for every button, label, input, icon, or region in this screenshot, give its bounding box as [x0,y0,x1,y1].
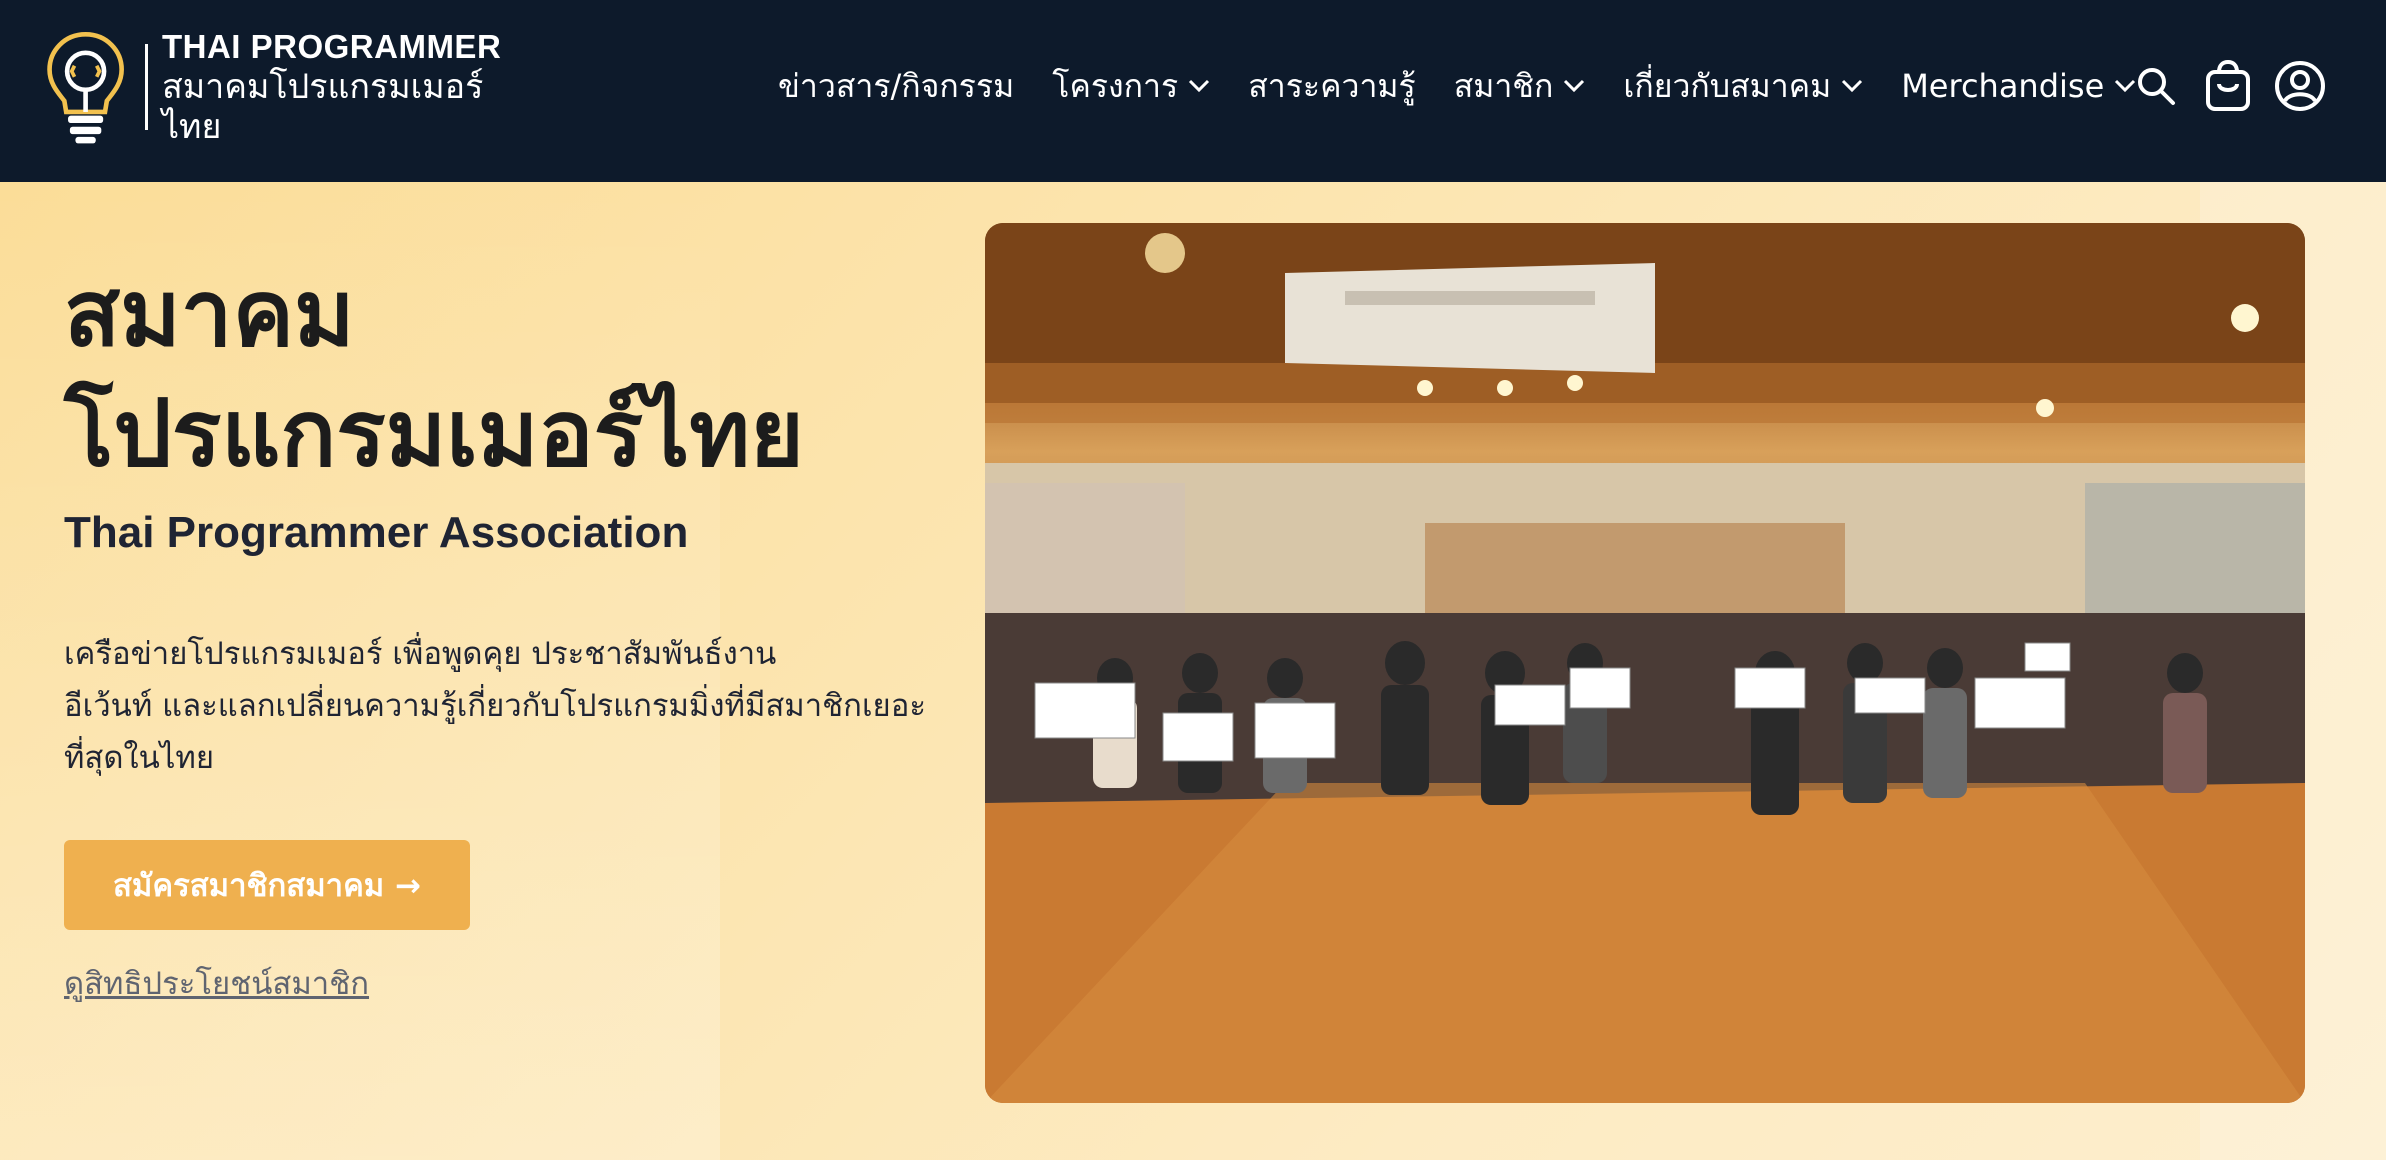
nav-item-news[interactable]: ข่าวสาร/กิจกรรม [778,61,1014,112]
site-header: THAI PROGRAMMER สมาคมโปรแกรมเมอร์ไทย ข่า… [0,0,2386,182]
logo-text: THAI PROGRAMMER สมาคมโปรแกรมเมอร์ไทย [162,27,514,147]
chevron-down-icon [1842,79,1863,93]
logo-divider [145,44,148,130]
nav-item-merchandise[interactable]: Merchandise [1901,67,2136,105]
chevron-down-icon [1189,79,1210,93]
nav-label: Merchandise [1901,67,2105,105]
logo-name-th: สมาคมโปรแกรมเมอร์ไทย [161,67,484,147]
hero-subtitle: Thai Programmer Association [64,508,689,557]
nav-item-projects[interactable]: โครงการ [1052,61,1210,112]
account-button[interactable] [2272,56,2328,116]
nav-label: เกี่ยวกับสมาคม [1623,66,1832,105]
hero-description: เครือข่ายโปรแกรมเมอร์ เพื่อพูดคุย ประชาส… [64,628,964,784]
chevron-down-icon [1564,79,1585,93]
nav-label: สมาชิก [1453,66,1554,105]
nav-item-knowledge[interactable]: สาระความรู้ [1248,61,1416,112]
hero-title: สมาคม โปรแกรมเมอร์ไทย [64,254,964,494]
logo-name-en: THAI PROGRAMMER [161,28,502,65]
event-photo-illustration [985,223,2305,1103]
nav-label: โครงการ [1052,66,1179,105]
nav-item-members[interactable]: สมาชิก [1454,61,1586,112]
register-member-button[interactable]: สมัครสมาชิกสมาคม → [64,840,470,930]
hero-description-line: ที่สุดในไทย [64,740,215,776]
hero-event-photo [985,223,2305,1103]
nav-label: สาระความรู้ [1248,66,1416,105]
hero-title-line: สมาคม [64,260,355,367]
site-logo[interactable]: THAI PROGRAMMER สมาคมโปรแกรมเมอร์ไทย [44,24,514,150]
member-benefits-link[interactable]: ดูสิทธิประโยชน์สมาชิก [64,958,369,1008]
hero-description-line: อีเว้นท์ และแลกเปลี่ยนความรู้เกี่ยวกับโป… [64,688,926,724]
hero-description-line: เครือข่ายโปรแกรมเมอร์ เพื่อพูดคุย ประชาส… [64,636,777,672]
main-nav: ข่าวสาร/กิจกรรม โครงการ สาระความรู้ สมาช… [778,56,2136,116]
lightbulb-logo-icon [47,32,124,144]
user-icon [2275,61,2325,111]
shopping-bag-icon [2206,60,2250,111]
hero-title-line: โปรแกรมเมอร์ไทย [64,380,804,487]
nav-label: ข่าวสาร/กิจกรรม [778,66,1015,105]
nav-item-about[interactable]: เกี่ยวกับสมาคม [1623,61,1863,112]
search-icon [2138,68,2175,105]
cart-button[interactable] [2200,56,2256,116]
search-button[interactable] [2128,56,2184,116]
